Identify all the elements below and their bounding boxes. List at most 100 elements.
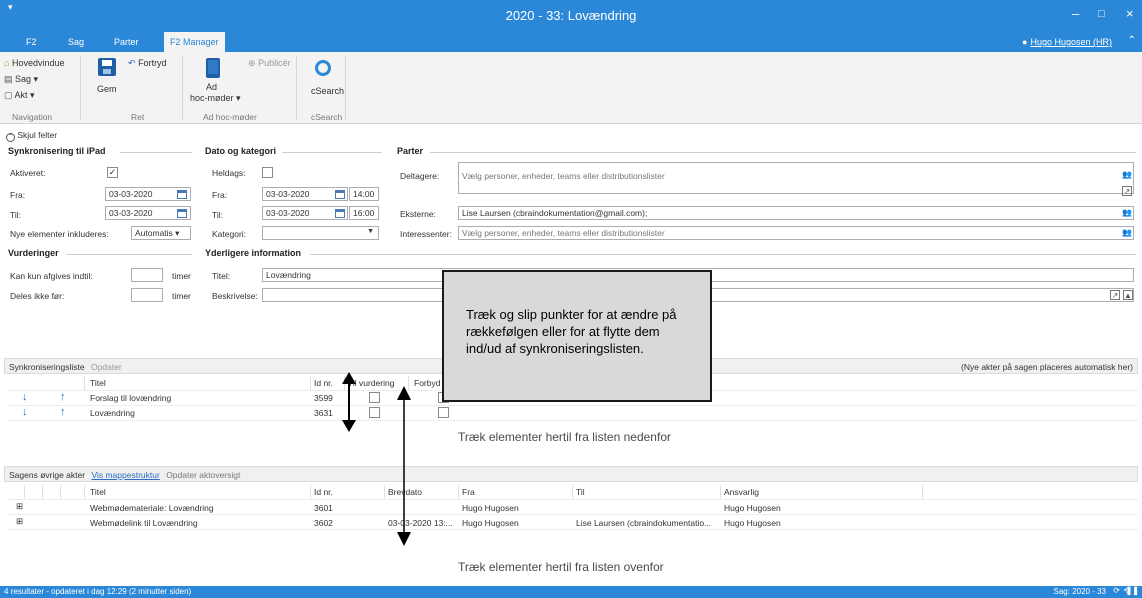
calendar-icon[interactable]	[177, 190, 187, 199]
dato-til-label: Til:	[212, 210, 224, 220]
sag-button[interactable]: ▤ Sag ▾	[4, 74, 38, 85]
column-divider	[572, 485, 573, 499]
case-icon: ▤	[4, 74, 13, 84]
opdater-aktoversigt-link[interactable]: Opdater aktoversigt	[166, 470, 240, 480]
pause-icon[interactable]: ❚❚	[1126, 586, 1139, 595]
titel-label: Titel:	[212, 271, 231, 281]
forbyd-checkbox[interactable]	[438, 407, 449, 418]
tab-parter[interactable]: Parter	[108, 32, 145, 52]
csearch-icon[interactable]	[315, 60, 331, 76]
minimize-button[interactable]: –	[1072, 6, 1079, 21]
aktiveret-checkbox[interactable]: ✓	[107, 167, 118, 178]
column-divider	[922, 485, 923, 499]
column-divider	[310, 376, 311, 390]
ad-label[interactable]: Ad	[206, 82, 217, 92]
expand-icon[interactable]: ↗	[1122, 186, 1132, 196]
collapse-ribbon-icon[interactable]: ⌃	[1128, 35, 1136, 46]
synclist-opdater-link[interactable]: Opdater	[91, 362, 122, 372]
refresh-icon[interactable]: ⟳	[1113, 586, 1120, 595]
calendar-icon[interactable]	[177, 209, 187, 218]
hovedvindue-button[interactable]: ⌂ Hovedvindue	[4, 58, 65, 68]
user-name[interactable]: Hugo Hugosen (HR)	[1030, 37, 1112, 47]
row-ansvarlig: Hugo Hugosen	[724, 503, 781, 513]
til-vurdering-checkbox[interactable]	[369, 392, 380, 403]
move-down-icon[interactable]: ↓	[22, 391, 28, 403]
heldags-checkbox[interactable]	[262, 167, 273, 178]
column-divider	[60, 485, 61, 499]
save-icon[interactable]	[98, 58, 116, 76]
deltagere-field[interactable]: Vælg personer, enheder, teams eller dist…	[458, 162, 1134, 194]
publicer-label: Publicér	[258, 58, 291, 68]
publish-icon: ⊕	[248, 58, 256, 68]
group-navigation: Navigation	[12, 112, 53, 122]
ribbon-separator	[296, 56, 297, 120]
col-id[interactable]: Id nr.	[314, 487, 333, 497]
dato-fra-time[interactable]: 14:00	[349, 187, 379, 201]
dato-til-time[interactable]: 16:00	[349, 206, 379, 220]
user-link[interactable]: ● Hugo Hugosen (HR)	[1022, 37, 1112, 47]
double-arrow-icon	[342, 372, 356, 432]
col-ansvarlig[interactable]: Ansvarlig	[724, 487, 759, 497]
row-fra: Hugo Hugosen	[462, 518, 519, 528]
other-drop-zone[interactable]: Træk elementer hertil fra listen ovenfor	[458, 560, 664, 574]
yderligere-section-title: Yderligere information	[205, 248, 302, 258]
other-acts-header: Sagens øvrige akter Vis mappestruktur Op…	[4, 466, 1138, 482]
status-left: 4 resultater - opdateret i dag 12:29 (2 …	[4, 587, 192, 596]
expand-icon[interactable]: ↗	[1110, 290, 1120, 300]
til-vurdering-checkbox[interactable]	[369, 407, 380, 418]
add-people-icon[interactable]: 👥	[1122, 228, 1132, 238]
col-titel[interactable]: Titel	[90, 378, 106, 388]
kan-kun-input[interactable]	[131, 268, 163, 282]
gem-button[interactable]: Gem	[97, 84, 117, 94]
expand-row-icon[interactable]: ⊞	[16, 501, 23, 512]
close-button[interactable]: ×	[1126, 6, 1134, 21]
column-divider	[84, 485, 85, 499]
col-forbyd[interactable]: Forbyd	[414, 378, 440, 388]
col-titel[interactable]: Titel	[90, 487, 106, 497]
add-people-icon[interactable]: 👥	[1122, 208, 1132, 218]
deles-input[interactable]	[131, 288, 163, 302]
tablet-icon[interactable]	[206, 58, 220, 78]
tab-f2-manager[interactable]: F2 Manager	[164, 32, 225, 52]
col-id[interactable]: Id nr.	[314, 378, 333, 388]
tab-sag[interactable]: Sag	[62, 32, 90, 52]
kategori-select[interactable]: ▼	[262, 226, 379, 240]
divider	[120, 152, 192, 153]
maximize-button[interactable]: □	[1098, 8, 1105, 20]
scroll-up-icon[interactable]: ▲	[1123, 290, 1133, 300]
column-divider	[42, 485, 43, 499]
csearch-button[interactable]: cSearch	[311, 86, 344, 96]
skjul-felter-toggle[interactable]: ⌃ Skjul felter	[6, 130, 57, 142]
dropdown-arrow-icon: ▼	[367, 228, 374, 235]
dato-til-date-value: 03-03-2020	[266, 208, 310, 218]
move-down-icon[interactable]: ↓	[22, 406, 28, 418]
akt-button[interactable]: ▢ Akt ▾	[4, 90, 35, 101]
col-fra[interactable]: Fra	[462, 487, 475, 497]
kategori-label: Kategori:	[212, 229, 247, 239]
tab-f2[interactable]: F2	[20, 32, 43, 52]
calendar-icon[interactable]	[335, 209, 345, 218]
vis-mappestruktur-link[interactable]: Vis mappestruktur	[91, 470, 159, 480]
fortryd-button[interactable]: ↶ Fortryd	[128, 58, 167, 69]
group-ad-hoc: Ad hoc-møder	[203, 112, 257, 122]
move-up-icon[interactable]: ↑	[60, 391, 66, 403]
title-bar: ▾ 2020 - 33: Lovændring – □ ×	[0, 0, 1142, 32]
interessenter-field[interactable]: Vælg personer, enheder, teams eller dist…	[458, 226, 1134, 240]
calendar-icon[interactable]	[335, 190, 345, 199]
parter-section-title: Parter	[397, 146, 424, 156]
heldags-label: Heldags:	[212, 168, 246, 178]
expand-row-icon[interactable]: ⊞	[16, 516, 23, 527]
row-id: 3602	[314, 518, 333, 528]
vurderinger-section-title: Vurderinger	[8, 248, 59, 258]
publicer-button[interactable]: ⊕ Publicér	[248, 58, 291, 69]
nye-elementer-select[interactable]: Automatis ▾	[131, 226, 191, 240]
add-people-icon[interactable]: 👥	[1122, 170, 1132, 180]
kan-kun-label: Kan kun afgives indtil:	[10, 271, 93, 281]
hoc-moder-button[interactable]: hoc-møder ▾	[190, 93, 241, 104]
col-til[interactable]: Til	[576, 487, 585, 497]
move-up-icon[interactable]: ↑	[60, 406, 66, 418]
ribbon-tabs: F2 Sag Parter F2 Manager ● Hugo Hugosen (…	[0, 32, 1142, 52]
synclist-drop-zone[interactable]: Træk elementer hertil fra listen nedenfo…	[458, 430, 671, 444]
eksterne-field[interactable]: Lise Laursen (cbraindokumentation@gmail.…	[458, 206, 1134, 220]
column-divider	[84, 376, 85, 390]
